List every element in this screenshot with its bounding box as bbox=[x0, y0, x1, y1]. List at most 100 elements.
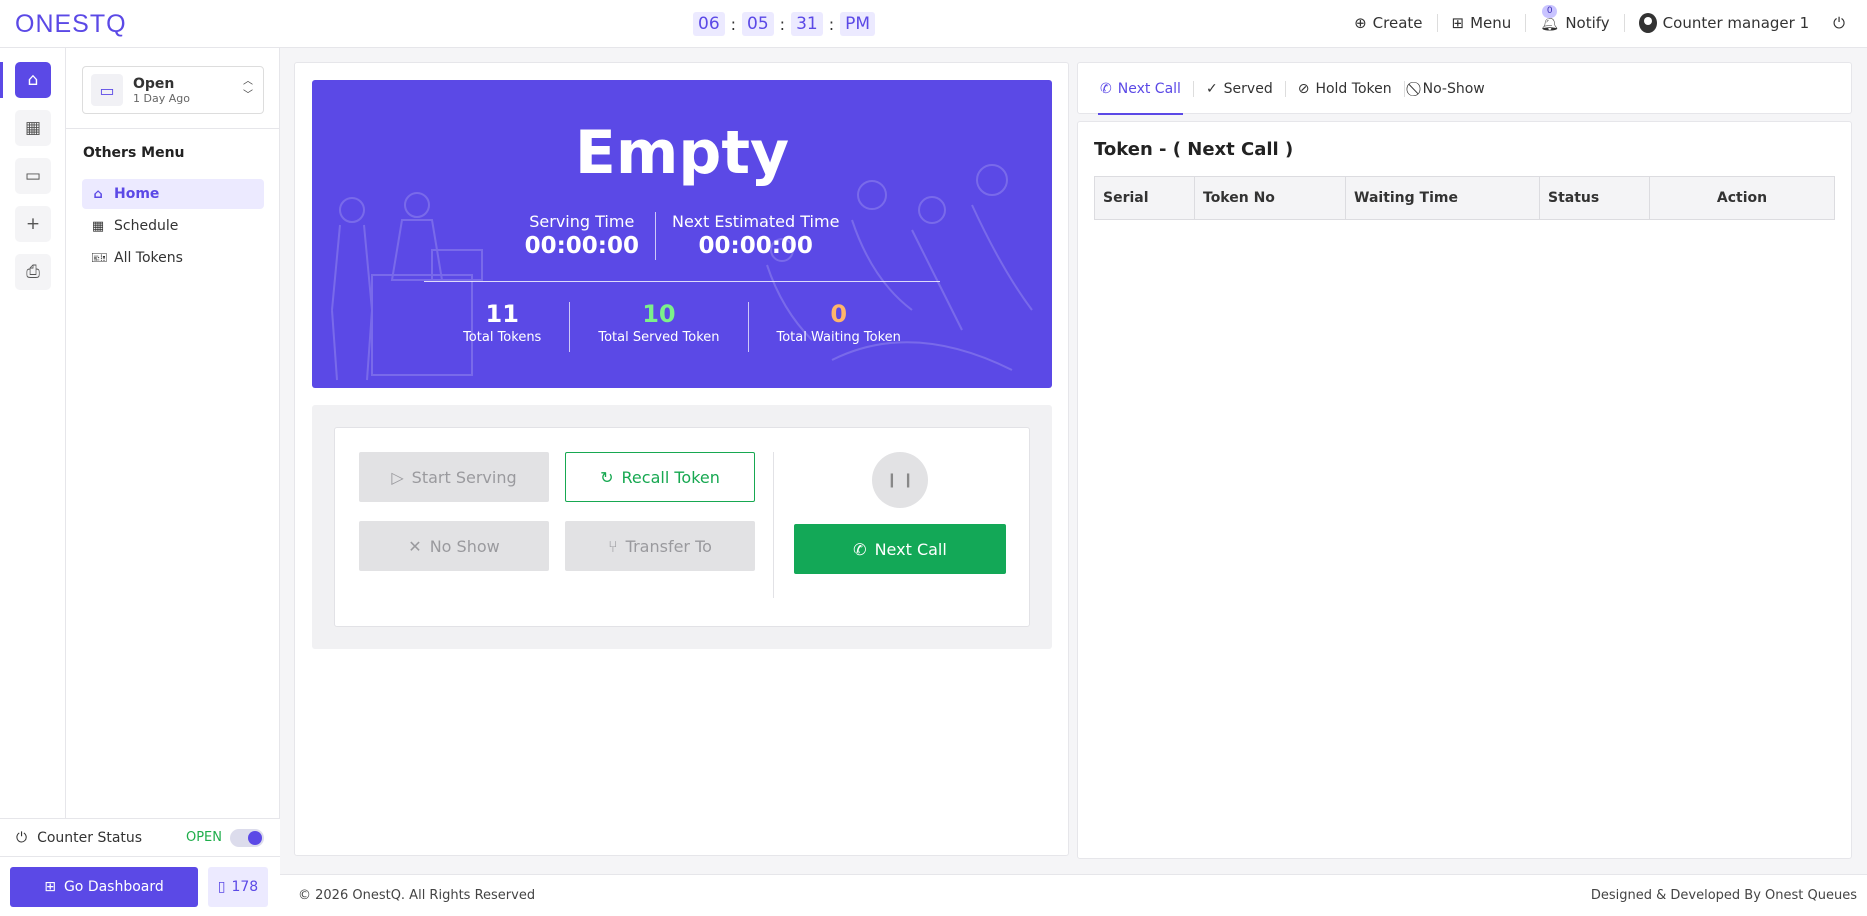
no-show-button[interactable]: ✕ No Show bbox=[359, 521, 549, 571]
counter-status-title: Open bbox=[133, 75, 175, 92]
pause-icon: ❙ ❙ bbox=[886, 472, 914, 488]
device-icon: ▯ bbox=[217, 879, 226, 895]
check-circle-icon: ⊘ bbox=[1297, 81, 1310, 97]
token-tabs-bar: ✆ Next Call ✓ Served ⊘ Hold Token ⃠ No-S… bbox=[1077, 62, 1852, 115]
divider bbox=[1436, 14, 1438, 32]
credit-text: Designed & Developed By Onest Queues bbox=[1590, 888, 1857, 903]
sidebar-item-label: Home bbox=[114, 186, 160, 202]
sidebar: ▭ Open 1 Day Ago ︿ ﹀ Others Menu ⌂ Home ▦… bbox=[66, 48, 280, 868]
live-clock: 06 : 05 : 31 : PM bbox=[693, 12, 876, 36]
serving-time-value: 00:00:00 bbox=[524, 233, 639, 259]
transfer-to-label: Transfer To bbox=[625, 536, 712, 556]
grid-icon: ⊞ bbox=[1451, 14, 1465, 32]
recall-token-button[interactable]: ↻ Recall Token bbox=[565, 452, 755, 502]
total-served-value: 10 bbox=[642, 300, 676, 328]
column-waiting-time: Waiting Time bbox=[1345, 176, 1540, 220]
next-time-label: Next Estimated Time bbox=[671, 212, 840, 231]
divider bbox=[66, 128, 280, 129]
next-call-button[interactable]: ✆ Next Call bbox=[794, 524, 1006, 574]
transfer-to-button[interactable]: ⑂ Transfer To bbox=[565, 521, 755, 571]
total-served-label: Total Served Token bbox=[598, 330, 720, 345]
user-name: Counter manager 1 bbox=[1662, 14, 1810, 32]
avatar bbox=[1638, 13, 1657, 33]
time-summary: Serving Time 00:00:00 Next Estimated Tim… bbox=[312, 212, 1052, 260]
notify-label: Notify bbox=[1565, 14, 1610, 32]
notify-count-badge: 0 bbox=[1542, 5, 1558, 18]
power-button[interactable]: ⏻ bbox=[1833, 14, 1845, 32]
divider bbox=[424, 281, 940, 282]
rail-calendar-button[interactable]: ▦ bbox=[15, 110, 51, 146]
counter-status-selector[interactable]: ▭ Open 1 Day Ago ︿ ﹀ bbox=[82, 66, 264, 114]
page-footer: © 2026 OnestQ. All Rights Reserved Desig… bbox=[280, 874, 1867, 916]
plus-circle-icon: ⊕ bbox=[1354, 14, 1367, 32]
token-tabs: ✆ Next Call ✓ Served ⊘ Hold Token ⃠ No-S… bbox=[1098, 63, 1487, 115]
counter-count-value: 178 bbox=[231, 879, 259, 895]
counter-count-button[interactable]: ▯ 178 bbox=[208, 867, 268, 907]
token-table: Serial Token No Waiting Time Status Acti… bbox=[1094, 176, 1835, 220]
divider bbox=[1623, 14, 1625, 32]
rail-briefcase-button[interactable]: ▭ bbox=[15, 158, 51, 194]
sidebar-item-home[interactable]: ⌂ Home bbox=[82, 179, 264, 209]
column-status: Status bbox=[1539, 176, 1650, 220]
clock-hours: 06 bbox=[693, 12, 725, 36]
top-actions: ⊕ Create ⊞ Menu 🔔︎ 0 Notify Counter mana… bbox=[1354, 5, 1845, 33]
column-token-no: Token No bbox=[1194, 176, 1346, 220]
column-serial: Serial bbox=[1094, 176, 1195, 220]
create-button[interactable]: ⊕ Create bbox=[1354, 14, 1422, 32]
pause-button[interactable]: ❙ ❙ bbox=[872, 452, 928, 508]
now-serving-token: Empty bbox=[574, 118, 790, 188]
divider bbox=[1192, 81, 1194, 97]
top-bar: ONESTQ 06 : 05 : 31 : PM ⊕ Create ⊞ Menu… bbox=[0, 0, 1867, 48]
home-icon: ⌂ bbox=[93, 186, 103, 202]
clock-separator: : bbox=[730, 14, 737, 34]
home-icon: ⌂ bbox=[27, 70, 39, 90]
create-label: Create bbox=[1372, 14, 1423, 32]
clock-seconds: 31 bbox=[791, 12, 823, 36]
tab-label: Served bbox=[1223, 81, 1273, 97]
play-icon: ▷ bbox=[391, 467, 404, 487]
check-icon: ✓ bbox=[1205, 81, 1218, 97]
sidebar-item-all-tokens[interactable]: 🎫︎ All Tokens bbox=[82, 243, 264, 273]
sidebar-item-schedule[interactable]: ▦ Schedule bbox=[82, 211, 264, 241]
start-serving-label: Start Serving bbox=[411, 467, 517, 487]
rail-printer-button[interactable]: ⎙ bbox=[15, 254, 51, 290]
recall-token-label: Recall Token bbox=[621, 467, 720, 487]
icon-rail: ⌂ ▦ ▭ + ⎙ bbox=[0, 48, 66, 916]
no-show-label: No Show bbox=[429, 536, 500, 556]
start-serving-button[interactable]: ▷ Start Serving bbox=[359, 452, 549, 502]
others-menu-title: Others Menu bbox=[83, 145, 185, 161]
rail-add-button[interactable]: + bbox=[15, 206, 51, 242]
tab-served[interactable]: ✓ Served bbox=[1204, 63, 1275, 115]
counter-status-label: Counter Status bbox=[37, 829, 143, 846]
phone-call-icon: ✆ bbox=[853, 539, 867, 559]
go-dashboard-button[interactable]: ⊞ Go Dashboard bbox=[10, 867, 198, 907]
notify-button[interactable]: 🔔︎ 0 Notify bbox=[1540, 5, 1610, 32]
counter-status-subtitle: 1 Day Ago bbox=[133, 91, 190, 105]
printer-icon: ⎙ bbox=[26, 262, 40, 282]
tab-next-call[interactable]: ✆ Next Call bbox=[1098, 63, 1183, 115]
user-menu[interactable]: Counter manager 1 bbox=[1638, 13, 1810, 33]
next-call-label: Next Call bbox=[874, 539, 947, 559]
tab-no-show[interactable]: ⃠ No-Show bbox=[1415, 63, 1487, 115]
divider bbox=[1284, 81, 1286, 97]
clock-separator: : bbox=[779, 14, 786, 34]
close-icon: ✕ bbox=[408, 536, 422, 556]
serving-panel: Empty Serving Time 00:00:00 Next Estimat… bbox=[294, 62, 1069, 856]
total-waiting-label: Total Waiting Token bbox=[776, 330, 901, 345]
chevron-updown-icon: ︿ ﹀ bbox=[243, 76, 253, 101]
clock-period: PM bbox=[840, 12, 876, 36]
transfer-icon: ⑂ bbox=[608, 536, 618, 556]
brand-logo[interactable]: ONESTQ bbox=[15, 10, 127, 39]
power-icon: ⏻ bbox=[16, 829, 28, 846]
go-dashboard-label: Go Dashboard bbox=[63, 879, 164, 895]
tab-hold-token[interactable]: ⊘ Hold Token bbox=[1296, 63, 1394, 115]
counter-status-toggle[interactable] bbox=[230, 828, 264, 847]
divider bbox=[773, 452, 774, 598]
token-stats: 11 Total Tokens 10 Total Served Token 0 … bbox=[312, 300, 1052, 352]
rail-home-button[interactable]: ⌂ bbox=[15, 62, 51, 98]
tab-label: Hold Token bbox=[1315, 81, 1392, 97]
now-serving-card: Empty Serving Time 00:00:00 Next Estimat… bbox=[312, 80, 1052, 388]
menu-button[interactable]: ⊞ Menu bbox=[1452, 14, 1512, 32]
sidebar-item-label: All Tokens bbox=[114, 250, 183, 266]
token-list-panel: Token - ( Next Call ) Serial Token No Wa… bbox=[1077, 121, 1852, 859]
